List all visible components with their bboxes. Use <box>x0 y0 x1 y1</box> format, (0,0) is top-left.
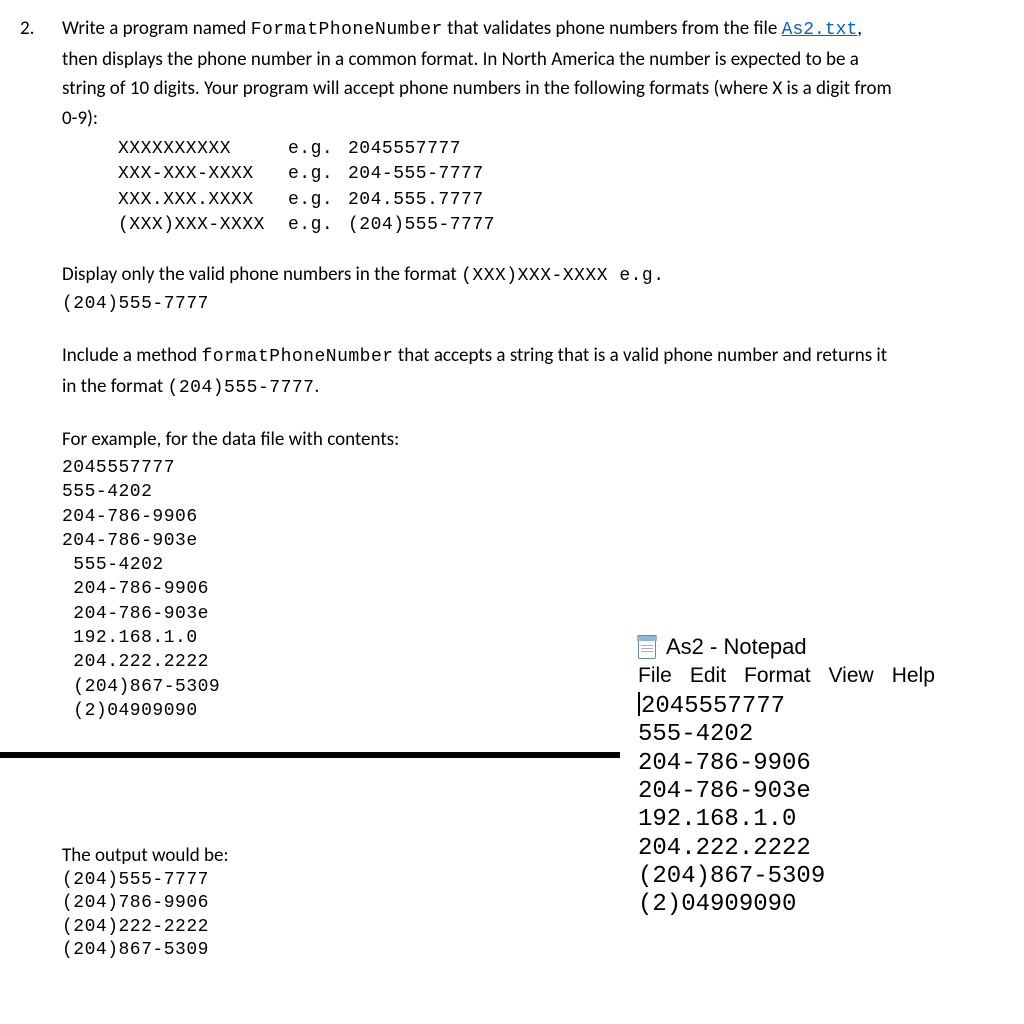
format-example: 2045557777 <box>348 137 461 162</box>
notepad-line: 204-786-9906 <box>638 750 1018 778</box>
text-caret <box>638 692 640 716</box>
display-rule-prefix: Display only the valid phone numbers in … <box>62 263 461 286</box>
display-rule: Display only the valid phone numbers in … <box>62 260 902 319</box>
intro-paragraph: Write a program named FormatPhoneNumber … <box>62 14 902 133</box>
question-content: Write a program named FormatPhoneNumber … <box>62 14 902 723</box>
menu-help[interactable]: Help <box>892 664 935 688</box>
data-line: 555-4202 <box>62 553 902 577</box>
output-block: The output would be: (204)555-7777 (204)… <box>62 844 229 963</box>
format-pattern: (XXX)XXX-XXXX <box>118 213 288 238</box>
notepad-icon <box>636 635 658 659</box>
output-line: (204)555-7777 <box>62 869 229 892</box>
format-row: XXX-XXX-XXXX e.g. 204-555-7777 <box>118 162 902 187</box>
menu-format[interactable]: Format <box>744 664 811 688</box>
method-name: formatPhoneNumber <box>201 347 393 367</box>
notepad-line: 2045557777 <box>638 692 1018 721</box>
notepad-line: 204.222.2222 <box>638 835 1018 863</box>
notepad-line: 204-786-903e <box>638 778 1018 806</box>
formats-table: XXXXXXXXXX e.g. 2045557777 XXX-XXX-XXXX … <box>118 137 902 238</box>
format-pattern: XXX.XXX.XXXX <box>118 188 288 213</box>
format-example: 204-555-7777 <box>348 162 484 187</box>
example-intro: For example, for the data file with cont… <box>62 425 902 454</box>
notepad-titlebar: As2 - Notepad <box>632 630 1024 662</box>
program-name: FormatPhoneNumber <box>251 20 443 40</box>
notepad-menu: File Edit Format View Help <box>632 662 1024 692</box>
format-pattern: XXX-XXX-XXXX <box>118 162 288 187</box>
method-prefix: Include a method <box>62 344 201 367</box>
output-line: (204)867-5309 <box>62 939 229 962</box>
format-example: (204)555-7777 <box>348 213 495 238</box>
notepad-line: (204)867-5309 <box>638 863 1018 891</box>
file-link[interactable]: As2.txt <box>782 20 858 40</box>
notepad-body[interactable]: 2045557777 555-4202 204-786-9906 204-786… <box>632 692 1024 926</box>
display-rule-mono1: (XXX)XXX-XXXX e.g. <box>461 266 664 286</box>
format-example: 204.555.7777 <box>348 188 484 213</box>
data-line: 204-786-9906 <box>62 577 902 601</box>
menu-edit[interactable]: Edit <box>690 664 726 688</box>
method-example: (204)555-7777 <box>168 378 315 398</box>
intro-mid: that validates phone numbers from the fi… <box>443 17 782 40</box>
horizontal-rule <box>0 752 620 758</box>
question-number: 2. <box>20 14 34 43</box>
format-row: XXX.XXX.XXXX e.g. 204.555.7777 <box>118 188 902 213</box>
menu-file[interactable]: File <box>638 664 672 688</box>
notepad-line: 555-4202 <box>638 721 1018 749</box>
method-suffix: . <box>314 375 319 398</box>
notepad-title-text: As2 - Notepad <box>666 634 807 660</box>
output-label: The output would be: <box>62 844 229 867</box>
data-line: 204-786-903e <box>62 602 902 626</box>
output-list: (204)555-7777 (204)786-9906 (204)222-222… <box>62 869 229 963</box>
format-row: XXXXXXXXXX e.g. 2045557777 <box>118 137 902 162</box>
format-pattern: XXXXXXXXXX <box>118 137 288 162</box>
format-eg: e.g. <box>288 137 348 162</box>
intro-prefix: Write a program named <box>62 17 251 40</box>
notepad-window: As2 - Notepad File Edit Format View Help… <box>632 630 1024 926</box>
notepad-line: 192.168.1.0 <box>638 806 1018 834</box>
output-line: (204)222-2222 <box>62 916 229 939</box>
format-row: (XXX)XXX-XXXX e.g. (204)555-7777 <box>118 213 902 238</box>
menu-view[interactable]: View <box>829 664 874 688</box>
method-paragraph: Include a method formatPhoneNumber that … <box>62 341 902 403</box>
notepad-line: (2)04909090 <box>638 891 1018 919</box>
display-rule-mono2: (204)555-7777 <box>62 291 902 319</box>
format-eg: e.g. <box>288 162 348 187</box>
format-eg: e.g. <box>288 188 348 213</box>
output-line: (204)786-9906 <box>62 892 229 915</box>
data-line: 555-4202 <box>62 480 902 504</box>
data-line: 2045557777 <box>62 456 902 480</box>
data-line: 204-786-9906 <box>62 505 902 529</box>
format-eg: e.g. <box>288 213 348 238</box>
data-line: 204-786-903e <box>62 529 902 553</box>
